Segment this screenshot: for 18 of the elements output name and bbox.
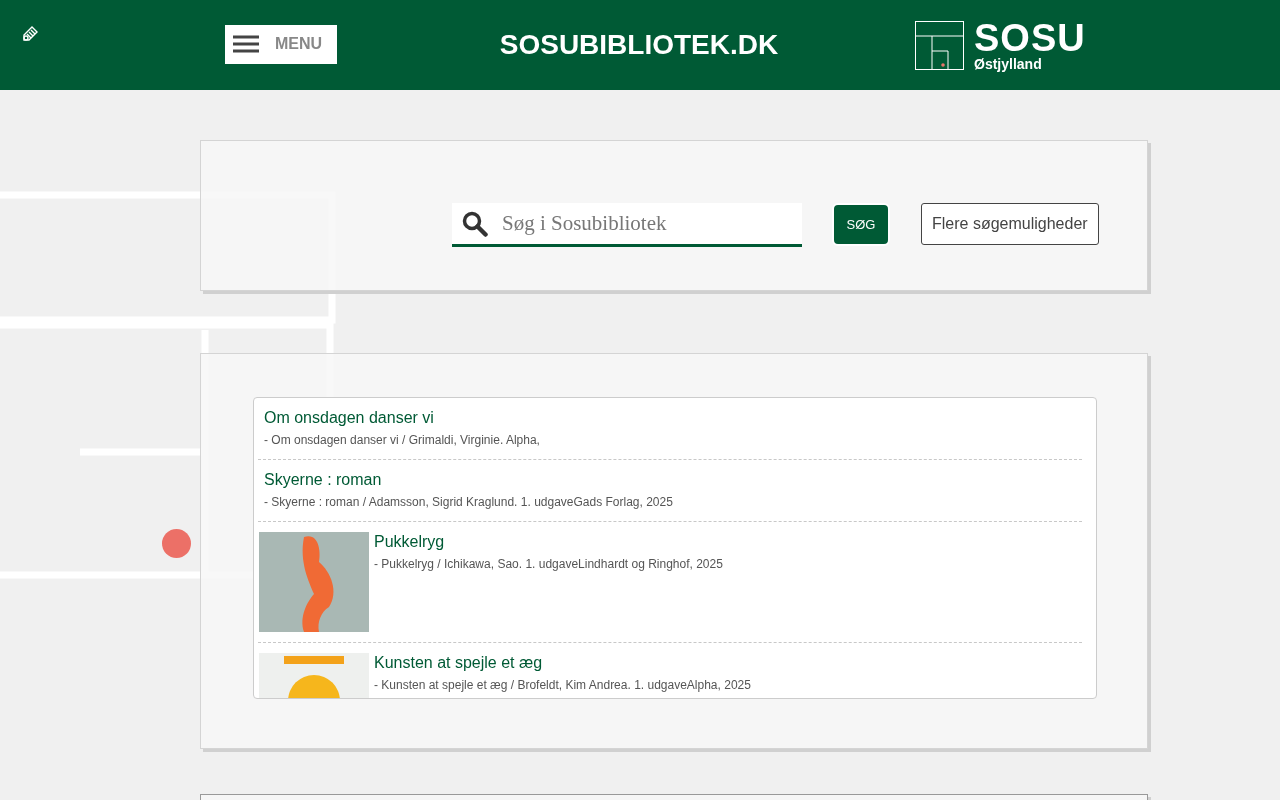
site-title: SOSUBIBLIOTEK.DK xyxy=(499,29,779,61)
result-title-link[interactable]: Om onsdagen danser vi xyxy=(264,409,540,427)
more-search-options-button[interactable]: Flere søgemuligheder xyxy=(921,203,1099,245)
logo-icon xyxy=(915,20,964,70)
result-details: - Pukkelryg / Ichikawa, Sao. 1. udgaveLindhardt og Ringhof, 2025 xyxy=(374,557,723,571)
result-details: - Kunsten at spejle et æg / Brofeldt, Kim Andrea. 1. udgaveAlpha, 2025 xyxy=(374,678,751,692)
logo-name: SOSU xyxy=(974,19,1086,57)
menu-icon xyxy=(233,34,259,54)
dot-icon xyxy=(162,529,191,558)
result-details: - Skyerne : roman / Adamsson, Sigrid Kraglund. 1. udgaveGads Forlag, 2025 xyxy=(264,495,673,509)
logo-subtitle: Østjylland xyxy=(974,57,1043,71)
result-details: - Om onsdagen danser vi / Grimaldi, Virginie. Alpha, xyxy=(264,433,540,447)
result-title-link[interactable]: Skyerne : roman xyxy=(264,471,673,489)
search-button[interactable]: SØG xyxy=(832,202,890,246)
result-title-link[interactable]: Pukkelryg xyxy=(374,533,723,551)
result-title-link[interactable]: Kunsten at spejle et æg xyxy=(374,654,751,672)
menu-button[interactable]: MENU xyxy=(225,24,337,64)
search-field[interactable]: Søg i Sosubibliotek xyxy=(452,202,802,247)
